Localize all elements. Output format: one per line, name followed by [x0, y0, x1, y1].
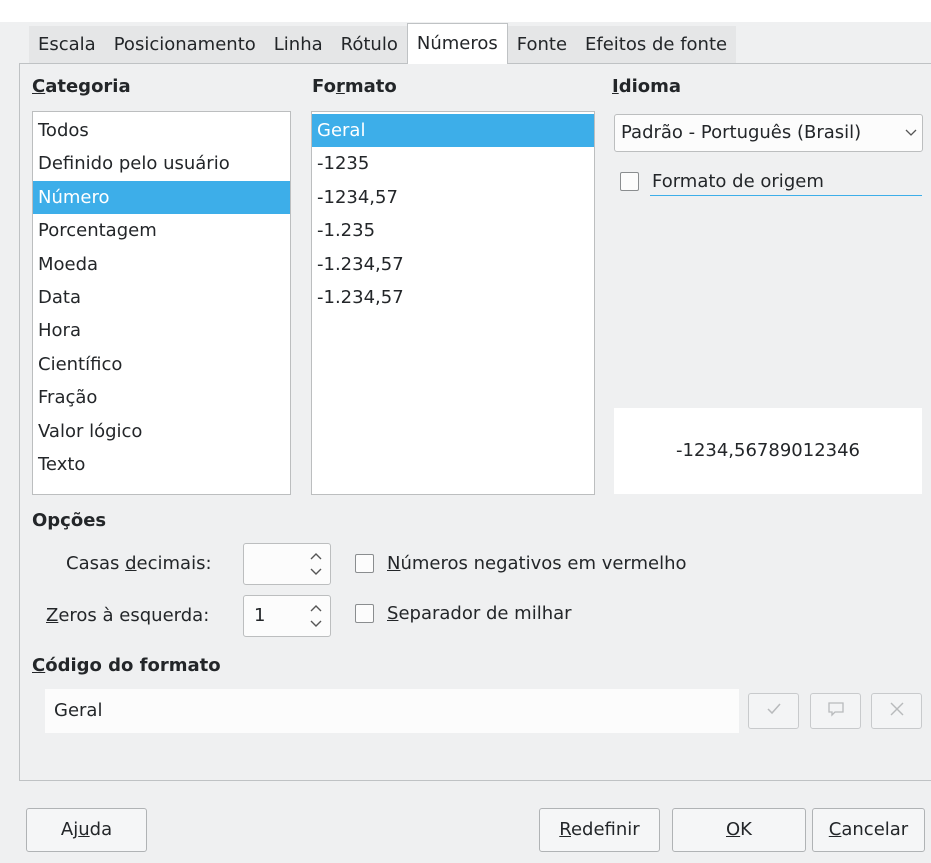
spin-arrows-icon[interactable]: [308, 548, 324, 580]
format-preview: -1234,56789012346: [614, 408, 922, 494]
source-format-option[interactable]: Formato de origem: [620, 171, 824, 192]
category-item[interactable]: Hora: [33, 314, 290, 347]
dialog: Escala Posicionamento Linha Rótulo Númer…: [0, 0, 931, 863]
decimal-places-stepper[interactable]: [243, 543, 331, 585]
comment-format-button[interactable]: [810, 693, 861, 729]
negative-red-checkbox[interactable]: [355, 554, 374, 573]
format-code-heading: Código do formato: [32, 655, 221, 676]
decimal-places-label: Casas decimais:: [66, 553, 212, 574]
leading-zeros-label: Zeros à esquerda:: [46, 605, 210, 626]
spin-arrows-icon[interactable]: [308, 600, 324, 632]
category-item[interactable]: Data: [33, 281, 290, 314]
category-item-selected[interactable]: Número: [33, 180, 290, 215]
format-item-selected[interactable]: Geral: [312, 114, 594, 148]
category-item[interactable]: Definido pelo usuário: [33, 147, 290, 180]
source-format-label: Formato de origem: [652, 171, 824, 192]
focus-underline: [650, 195, 922, 196]
thousands-separator-option[interactable]: Separador de milhar: [355, 603, 572, 624]
accept-format-button[interactable]: [748, 693, 799, 729]
tab-positioning[interactable]: Posicionamento: [104, 26, 265, 64]
check-icon: [764, 699, 784, 724]
category-item[interactable]: Texto: [33, 448, 290, 481]
format-code-input[interactable]: Geral: [45, 689, 739, 733]
window-top-strip: [0, 0, 931, 22]
category-item[interactable]: Porcentagem: [33, 214, 290, 247]
language-heading: Idioma: [612, 76, 682, 97]
format-item[interactable]: -1235: [312, 147, 594, 180]
thousands-separator-label: Separador de milhar: [387, 603, 572, 624]
category-item[interactable]: Todos: [33, 114, 290, 147]
negative-red-label: Números negativos em vermelho: [387, 553, 687, 574]
language-dropdown[interactable]: Padrão - Português (Brasil): [614, 114, 923, 152]
tab-font-effects[interactable]: Efeitos de fonte: [576, 26, 737, 64]
format-item[interactable]: -1.235: [312, 214, 594, 247]
category-heading: Categoria: [32, 76, 131, 97]
category-item[interactable]: Valor lógico: [33, 415, 290, 448]
ok-button[interactable]: OK: [672, 808, 806, 852]
tab-bar: Escala Posicionamento Linha Rótulo Númer…: [29, 23, 737, 64]
leading-zeros-value: 1: [254, 605, 266, 626]
tab-scale[interactable]: Escala: [29, 26, 105, 64]
format-item[interactable]: -1.234,57: [312, 248, 594, 281]
format-item[interactable]: -1.234,57: [312, 281, 594, 314]
reset-button[interactable]: Redefinir: [539, 808, 660, 852]
format-list[interactable]: Geral -1235 -1234,57 -1.235 -1.234,57 -1…: [311, 111, 595, 495]
category-item[interactable]: Científico: [33, 348, 290, 381]
format-item[interactable]: -1234,57: [312, 181, 594, 214]
delete-format-button[interactable]: [871, 693, 922, 729]
tab-label[interactable]: Rótulo: [331, 26, 407, 64]
comment-icon: [826, 699, 846, 724]
format-heading: Formato: [312, 76, 397, 97]
thousands-separator-checkbox[interactable]: [355, 604, 374, 623]
tab-line[interactable]: Linha: [264, 26, 332, 64]
category-heading-text: ategoria: [45, 76, 131, 97]
tab-font[interactable]: Fonte: [507, 26, 577, 64]
category-item[interactable]: Fração: [33, 381, 290, 414]
help-button[interactable]: Ajuda: [26, 808, 147, 852]
source-format-checkbox[interactable]: [620, 172, 639, 191]
leading-zeros-stepper[interactable]: 1: [243, 595, 331, 637]
category-list[interactable]: Todos Definido pelo usuário Número Porce…: [32, 111, 291, 495]
language-value: Padrão - Português (Brasil): [621, 122, 862, 143]
tab-numbers[interactable]: Números: [406, 23, 508, 64]
negative-red-option[interactable]: Números negativos em vermelho: [355, 553, 687, 574]
cancel-button[interactable]: Cancelar: [812, 808, 925, 852]
chevron-down-icon: [905, 115, 917, 165]
close-icon: [887, 699, 907, 724]
options-heading: Opções: [32, 510, 107, 531]
category-item[interactable]: Moeda: [33, 248, 290, 281]
